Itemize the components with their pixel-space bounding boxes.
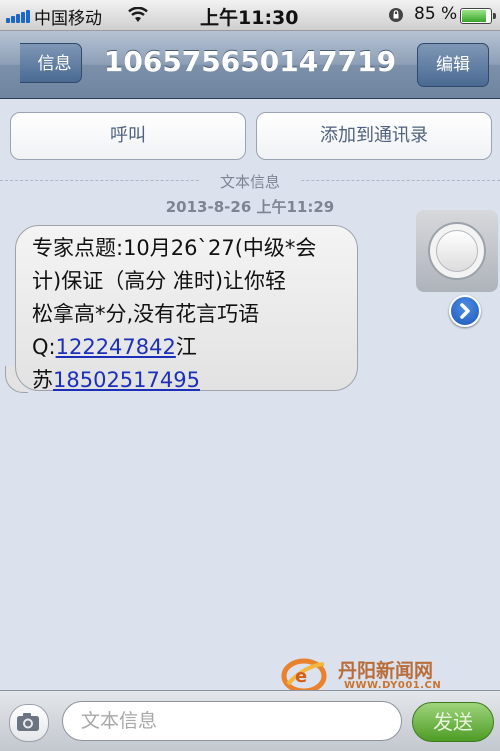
message-bubble: 专家点题:10月26`27(中级*会 计)保证（高分 准时)让你轻 松拿高*分,…: [15, 225, 358, 392]
message-line: 计)保证（高分 准时)让你轻: [32, 269, 287, 293]
send-button[interactable]: 发送: [412, 702, 494, 742]
status-time: 上午11:30: [200, 7, 299, 29]
navigation-bar: 信息 106575650147719 编辑: [0, 31, 500, 99]
edit-button[interactable]: 编辑: [417, 43, 489, 87]
message-text: 江: [175, 335, 197, 359]
carrier-name: 中国移动: [34, 9, 102, 29]
battery-percent: 85 %: [414, 4, 458, 24]
message-line: Q:122247842江: [32, 331, 343, 364]
message-line: 松拿高*分,没有花言巧语: [32, 302, 260, 326]
call-button[interactable]: 呼叫: [10, 112, 246, 160]
message-detail-button[interactable]: [449, 295, 481, 327]
message-text: Q:: [32, 335, 56, 359]
svg-text:e: e: [295, 666, 307, 687]
wifi-icon: [128, 7, 148, 22]
back-button-label: 信息: [37, 54, 72, 74]
qq-number-link[interactable]: 122247842: [56, 335, 176, 359]
back-button[interactable]: 信息: [20, 43, 82, 83]
compose-bar: 发送: [0, 690, 500, 751]
phone-number-link[interactable]: 18502517495: [53, 368, 200, 392]
message-line: 专家点题:10月26`27(中级*会: [32, 236, 317, 260]
site-logo-icon: e: [281, 658, 327, 694]
camera-button[interactable]: [9, 704, 49, 742]
site-watermark: e 丹阳新闻网 WWW.DY001.CN: [280, 656, 495, 694]
status-bar: 中国移动 上午11:30 85 %: [0, 0, 500, 31]
camera-icon: [17, 713, 39, 731]
contact-avatar[interactable]: [416, 210, 498, 292]
home-button-icon: [428, 222, 486, 280]
message-input[interactable]: [62, 701, 402, 741]
message-line: 苏18502517495: [32, 364, 343, 397]
message-type-label: 文本信息: [200, 171, 300, 192]
chevron-right-icon: [460, 303, 470, 319]
watermark-title: 丹阳新闻网: [338, 660, 434, 682]
rotation-lock-icon: [389, 8, 403, 22]
page-title: 106575650147719: [103, 45, 397, 78]
message-text: 苏: [32, 368, 53, 392]
battery-icon: [460, 8, 496, 24]
add-to-contacts-button[interactable]: 添加到通讯录: [256, 112, 492, 160]
